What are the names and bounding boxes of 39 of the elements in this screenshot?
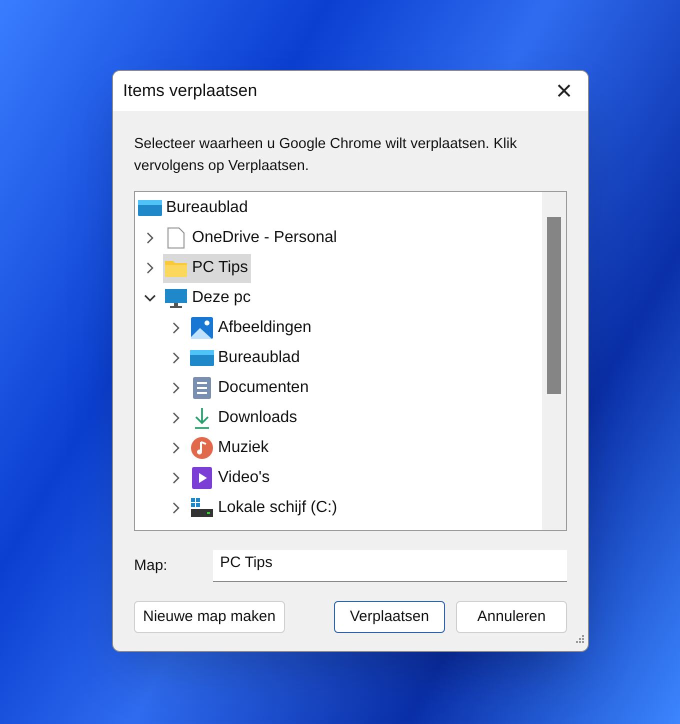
monitor-screen-icon <box>138 197 162 219</box>
tree-item[interactable]: Afbeeldingen <box>189 314 314 342</box>
tree-item[interactable]: Downloads <box>189 404 300 432</box>
chevron-right-icon[interactable] <box>170 442 182 454</box>
tree-item[interactable]: Documenten <box>189 374 312 402</box>
chevron-right-icon[interactable] <box>170 382 182 394</box>
chevron-right-icon[interactable] <box>170 502 182 514</box>
window-title: Items verplaatsen <box>123 80 258 102</box>
tree-item[interactable]: Bureaublad <box>189 344 303 372</box>
dialog-button[interactable]: Nieuwe map maken <box>134 601 285 633</box>
video-film-icon <box>190 467 214 489</box>
document-lines-icon <box>190 377 214 399</box>
instruction-text: Selecteer waarheen u Google Chrome wilt verplaatsen. Klik vervolgens op Verplaatsen. <box>134 135 518 176</box>
chevron-right-icon[interactable] <box>170 322 182 334</box>
tree-item[interactable]: PC Tips <box>163 254 252 282</box>
monitor-icon <box>164 287 188 309</box>
picture-icon <box>190 317 214 339</box>
chevron-right-icon[interactable] <box>170 472 182 484</box>
scrollbar-thumb[interactable] <box>547 217 561 394</box>
tree-item[interactable]: Lokale schijf (C:) <box>189 494 340 522</box>
monitor-screen-icon <box>190 347 214 369</box>
tree-item[interactable]: Video's <box>189 464 273 492</box>
chevron-down-icon[interactable] <box>144 292 156 304</box>
hard-drive-icon <box>190 497 214 519</box>
chevron-right-icon[interactable] <box>170 352 182 364</box>
chevron-right-icon[interactable] <box>144 262 156 274</box>
folder-input-field[interactable]: PC Tips <box>213 550 567 582</box>
music-note-icon <box>190 437 214 459</box>
resize-grip-icon[interactable] <box>575 634 585 644</box>
tree-item[interactable]: Bureaublad <box>137 194 251 222</box>
dialog-button[interactable]: Verplaatsen <box>334 601 445 633</box>
tree-item[interactable]: Deze pc <box>163 284 254 312</box>
chevron-right-icon[interactable] <box>170 412 182 424</box>
tree-item[interactable]: Muziek <box>189 434 272 462</box>
close-button[interactable]: × <box>550 77 578 105</box>
tree-item[interactable]: OneDrive - Personal <box>163 224 340 252</box>
dialog-button[interactable]: Annuleren <box>456 601 567 633</box>
folder-label: Map: <box>134 556 168 576</box>
chevron-right-icon[interactable] <box>144 232 156 244</box>
